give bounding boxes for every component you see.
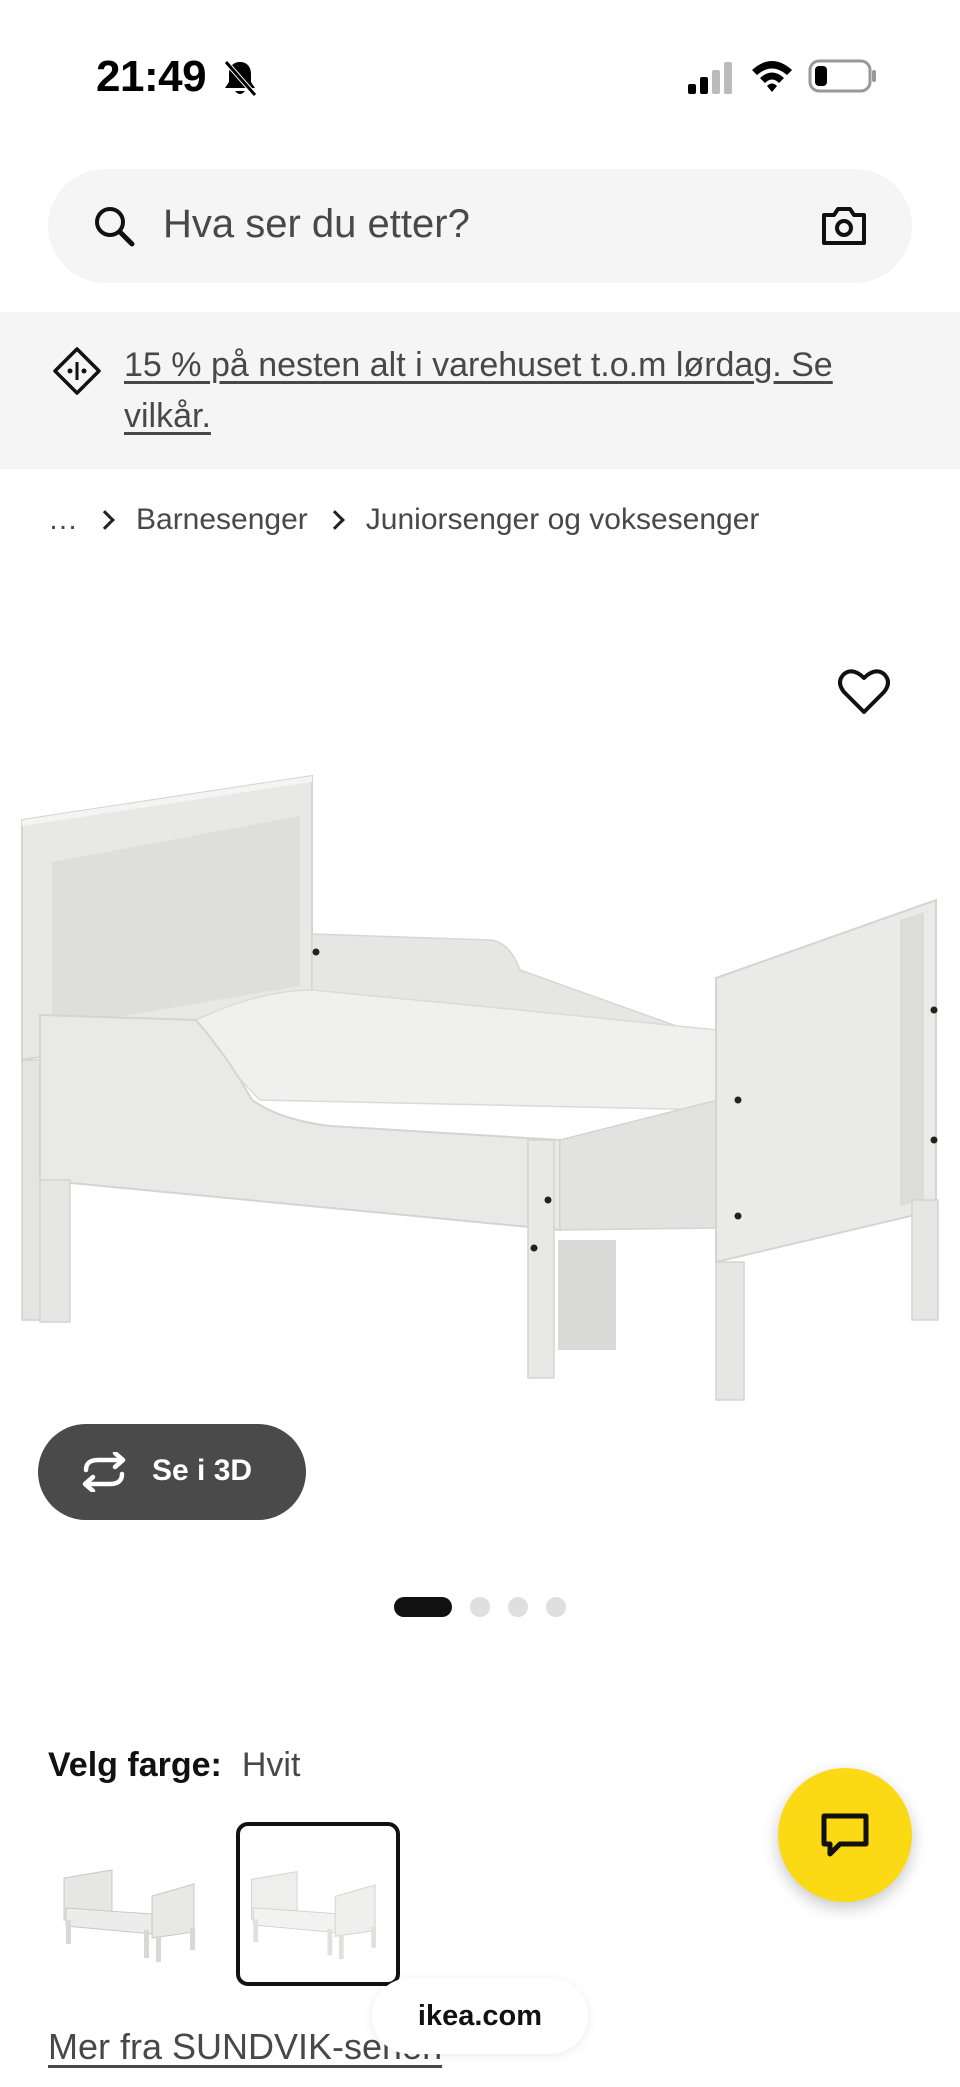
promo-banner[interactable]: 15 % på nesten alt i varehuset t.o.m lør…	[0, 312, 960, 469]
status-time: 21:49	[96, 52, 207, 101]
wifi-icon	[752, 61, 792, 92]
color-swatch-option-selected[interactable]	[236, 1822, 400, 1986]
carousel-dot-active[interactable]	[394, 1597, 452, 1617]
chevron-right-icon	[324, 510, 345, 530]
color-swatch-option[interactable]	[52, 1822, 216, 1986]
status-bar: 21:49	[0, 0, 960, 150]
bell-slash-icon	[224, 60, 257, 97]
search-bar[interactable]: Hva ser du etter?	[48, 169, 912, 283]
view-3d-button[interactable]: Se i 3D	[38, 1424, 306, 1520]
breadcrumb-ellipsis[interactable]: …	[48, 503, 78, 537]
carousel-dot[interactable]	[546, 1597, 566, 1617]
breadcrumb: … Barnesenger Juniorsenger og voksesenge…	[48, 498, 759, 542]
breadcrumb-barnesenger[interactable]: Barnesenger	[136, 503, 308, 537]
chat-bubble-icon	[821, 1813, 869, 1857]
view-3d-label: Se i 3D	[152, 1454, 253, 1487]
swatch-bed-thumbnail	[250, 1871, 377, 1960]
heart-icon[interactable]	[838, 668, 890, 716]
chat-button[interactable]	[778, 1768, 912, 1902]
search-input[interactable]: Hva ser du etter?	[163, 202, 470, 247]
battery-low-icon	[808, 59, 876, 93]
camera-icon[interactable]	[820, 201, 868, 249]
swatch-bed-thumbnail	[63, 1869, 195, 1962]
color-picker-header: Velg farge: Hvit	[48, 1746, 300, 1785]
chevron-right-icon	[95, 510, 115, 530]
breadcrumb-juniorsenger[interactable]: Juniorsenger og voksesenger	[366, 503, 760, 537]
carousel-dot[interactable]	[470, 1597, 490, 1617]
product-image[interactable]	[0, 640, 960, 1420]
cellular-signal-icon	[688, 62, 732, 94]
carousel-dot[interactable]	[508, 1597, 528, 1617]
carousel-dots[interactable]	[394, 1596, 566, 1618]
color-value: Hvit	[241, 1746, 301, 1784]
color-label: Velg farge:	[48, 1746, 222, 1784]
rotate-icon	[82, 1452, 126, 1492]
browser-url-pill[interactable]: ikea.com	[372, 1978, 588, 2054]
promo-link[interactable]: 15 % på nesten alt i varehuset t.o.m lør…	[124, 340, 904, 442]
price-tag-icon	[53, 347, 101, 395]
search-icon	[95, 207, 135, 247]
